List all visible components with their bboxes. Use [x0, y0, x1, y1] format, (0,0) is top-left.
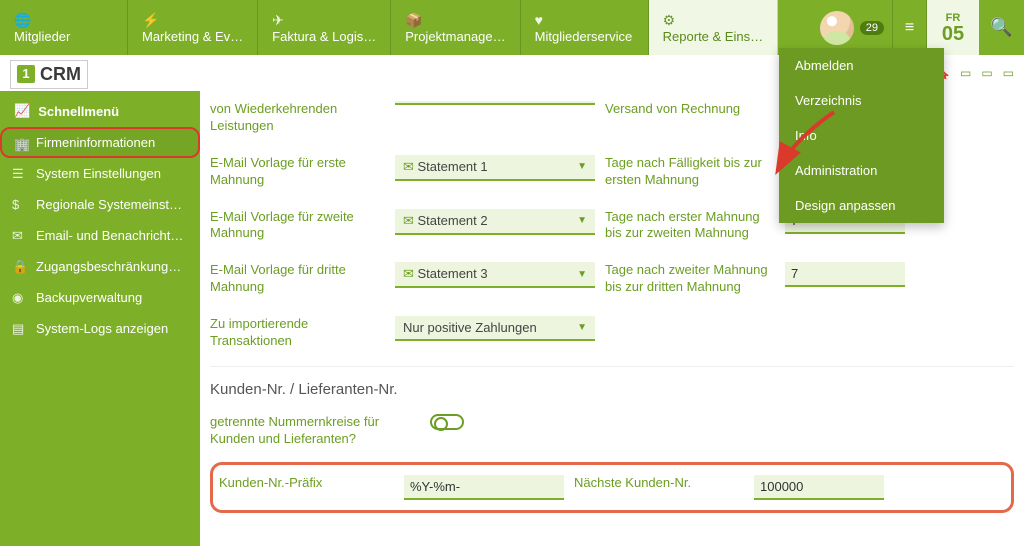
top-nav: 🌐Mitglieder ⚡Marketing & Ev… ✈Faktura & … [0, 0, 1024, 55]
sidebar-item-email[interactable]: ✉Email- und Benachrichtigungseinstellung… [0, 220, 200, 251]
envelope-icon: ✉ [403, 159, 418, 174]
sidebar-item-logs[interactable]: ▤System-Logs anzeigen [0, 313, 200, 344]
envelope-icon: ✉ [403, 213, 418, 228]
sliders-icon: ☰ [12, 166, 24, 182]
label-versand-rechnung: Versand von Rechnung [595, 101, 785, 118]
input-kundennr-praefix[interactable] [404, 475, 564, 500]
disc-icon: ◉ [12, 290, 23, 306]
label-kundennr-praefix: Kunden-Nr.-Präfix [219, 475, 404, 492]
mail-icon: ✉ [12, 228, 23, 244]
highlighted-row: Kunden-Nr.-Präfix Nächste Kunden-Nr. [210, 462, 1014, 513]
search-button[interactable]: 🔍 [979, 0, 1024, 55]
logo: 1CRM [10, 60, 88, 89]
label-tage-1: Tage nach Fälligkeit bis zur ersten Mahn… [595, 155, 785, 189]
envelope-icon: ✉ [403, 266, 418, 281]
sidebar-item-regionale[interactable]: $Regionale Systemeinstellungen [0, 189, 200, 220]
form-row-3: E-Mail Vorlage für dritte Mahnung ✉ Stat… [210, 252, 1014, 306]
label-naechste-kundennr: Nächste Kunden-Nr. [564, 475, 754, 492]
hamburger-icon: ≡ [905, 19, 914, 37]
nav-tab-marketing[interactable]: ⚡Marketing & Ev… [128, 0, 258, 55]
input-naechste-kundennr[interactable] [754, 475, 884, 500]
input-tage-3[interactable] [785, 262, 905, 287]
avatar [820, 11, 854, 45]
nav-tab-service[interactable]: ♥Mitgliederservice [521, 0, 649, 55]
nav-tab-projekt[interactable]: 📦Projektmanage… [391, 0, 520, 55]
form-row-5: getrennte Nummernkreise für Kunden und L… [210, 404, 1014, 458]
label-transaktionen: Zu importierende Transaktionen [210, 316, 395, 350]
label-mahnung-3: E-Mail Vorlage für dritte Mahnung [210, 262, 395, 296]
chevron-down-icon: ▼ [577, 215, 587, 226]
menu-button[interactable]: ≡ [893, 0, 927, 55]
sidebar-item-zugang[interactable]: 🔒Zugangsbeschränkungseinstellungen [0, 251, 200, 282]
sidebar-item-system-einstellungen[interactable]: ☰System Einstellungen [0, 158, 200, 189]
notification-badge: 29 [860, 21, 884, 35]
date-day: 05 [942, 24, 964, 44]
list-icon: ▤ [12, 321, 24, 337]
building-icon: 🏢 [14, 137, 30, 153]
label-wiederkehrende: von Wiederkehrenden Leistungen [210, 101, 395, 135]
select-mahnung-3[interactable]: ✉ Statement 3▼ [395, 262, 595, 288]
nav-tab-faktura[interactable]: ✈Faktura & Logis… [258, 0, 391, 55]
card-icon-2[interactable]: ▭ [981, 66, 992, 80]
section-kundennr: Kunden-Nr. / Lieferanten-Nr. [210, 366, 1014, 404]
nav-tab-reporte[interactable]: ⚙Reporte & Eins… [649, 0, 778, 55]
box-icon: 📦 [405, 13, 505, 28]
select-mahnung-1[interactable]: ✉ Statement 1▼ [395, 155, 595, 181]
globe-icon: 🌐 [14, 13, 113, 28]
dropdown-item-design[interactable]: Design anpassen [779, 188, 944, 223]
chevron-down-icon: ▼ [577, 161, 587, 172]
label-tage-3: Tage nach zweiter Mahnung bis zur dritte… [595, 262, 785, 296]
form-row-4: Zu importierende Transaktionen Nur posit… [210, 306, 1014, 360]
user-dropdown: Abmelden Verzeichnis Info Administration… [779, 48, 944, 223]
sidebar-item-backup[interactable]: ◉Backupverwaltung [0, 282, 200, 313]
send-icon: ✈ [272, 13, 376, 28]
sidebar: 📈Schnellmenü 🏢Firmeninformationen ☰Syste… [0, 91, 200, 546]
user-area[interactable]: 29 [812, 0, 893, 55]
dropdown-item-abmelden[interactable]: Abmelden [779, 48, 944, 83]
sidebar-item-firmeninformationen[interactable]: 🏢Firmeninformationen [0, 127, 200, 158]
chart-icon: 📈 [14, 103, 30, 119]
chevron-down-icon: ▼ [577, 322, 587, 333]
select-mahnung-2[interactable]: ✉ Statement 2▼ [395, 209, 595, 235]
dropdown-item-administration[interactable]: Administration [779, 153, 944, 188]
search-icon: 🔍 [990, 17, 1012, 38]
lock-icon: 🔒 [12, 259, 28, 275]
label-mahnung-2: E-Mail Vorlage für zweite Mahnung [210, 209, 395, 243]
sidebar-title: 📈Schnellmenü [0, 91, 200, 127]
date-box[interactable]: FR 05 [927, 0, 979, 55]
label-mahnung-1: E-Mail Vorlage für erste Mahnung [210, 155, 395, 189]
gear-icon: ⚙ [663, 13, 763, 28]
bolt-icon: ⚡ [142, 13, 243, 28]
dropdown-item-verzeichnis[interactable]: Verzeichnis [779, 83, 944, 118]
dropdown-item-info[interactable]: Info [779, 118, 944, 153]
select-transaktionen[interactable]: Nur positive Zahlungen▼ [395, 316, 595, 341]
date-dow: FR [946, 12, 961, 24]
nav-tab-mitglieder[interactable]: 🌐Mitglieder [0, 0, 128, 55]
label-getrennte-nummernkreise: getrennte Nummernkreise für Kunden und L… [210, 414, 430, 448]
toggle-nummernkreise[interactable] [430, 414, 464, 430]
label-tage-2: Tage nach erster Mahnung bis zur zweiten… [595, 209, 785, 243]
currency-icon: $ [12, 197, 19, 212]
heart-icon: ♥ [535, 13, 634, 28]
chevron-down-icon: ▼ [577, 269, 587, 280]
card-icon[interactable]: ▭ [960, 66, 971, 80]
card-icon-3[interactable]: ▭ [1003, 66, 1014, 80]
